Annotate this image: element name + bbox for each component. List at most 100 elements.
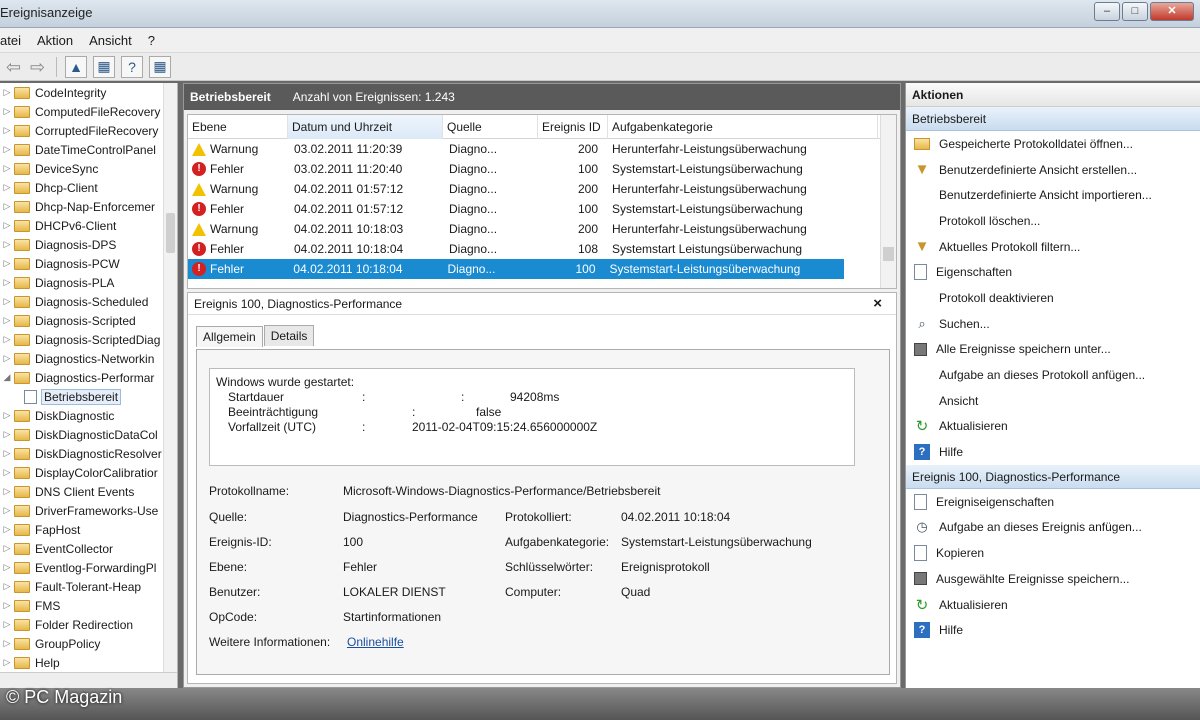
scroll-thumb[interactable]: [883, 247, 894, 261]
tree-item-folder[interactable]: ▷ Help: [0, 653, 177, 672]
table-row[interactable]: ! Fehler 03.02.2011 11:20:40 Diagno... 100 Sy…: [188, 159, 896, 179]
expand-arrow-icon[interactable]: ▷: [0, 334, 14, 345]
tree-item-folder[interactable]: ▷ Diagnosis-ScriptedDiag: [0, 330, 177, 349]
expand-arrow-icon[interactable]: ▷: [0, 353, 14, 364]
action-item[interactable]: ⌕ Suchen...: [906, 311, 1200, 337]
maximize-button[interactable]: □: [1122, 2, 1148, 21]
action-item[interactable]: Alle Ereignisse speichern unter...: [906, 337, 1200, 363]
expand-arrow-icon[interactable]: ▷: [0, 144, 14, 155]
table-row[interactable]: ! Fehler 04.02.2011 10:18:04 Diagno... 108 Sy…: [188, 239, 896, 259]
action-item[interactable]: Benutzerdefinierte Ansicht importieren..…: [906, 182, 1200, 208]
tree-item-folder[interactable]: ▷ DiskDiagnosticResolver: [0, 444, 177, 463]
expand-arrow-icon[interactable]: ▷: [0, 467, 14, 478]
column-datum[interactable]: Datum und Uhrzeit: [288, 115, 443, 139]
tree-item-folder[interactable]: ▷ Dhcp-Client: [0, 178, 177, 197]
tree-item-folder[interactable]: ▷ DiskDiagnostic: [0, 406, 177, 425]
table-row[interactable]: Warnung 03.02.2011 11:20:39 Diagno... 200 He…: [188, 139, 896, 159]
expand-arrow-icon[interactable]: ▷: [0, 239, 14, 250]
forward-arrow-icon[interactable]: ⇨: [30, 57, 48, 77]
minimize-button[interactable]: –: [1094, 2, 1120, 21]
action-item[interactable]: Ansicht: [906, 388, 1200, 414]
tree-item-folder[interactable]: ▷ Diagnostics-Networkin: [0, 349, 177, 368]
tree-item-folder[interactable]: ◢ Diagnostics-Performar: [0, 368, 177, 387]
tree-item-folder[interactable]: ▷ Diagnosis-DPS: [0, 235, 177, 254]
tree-item-folder[interactable]: ▷ CorruptedFileRecovery: [0, 121, 177, 140]
tab-details[interactable]: Details: [263, 325, 315, 346]
tree-item-folder[interactable]: ▷ Diagnosis-PCW: [0, 254, 177, 273]
expand-arrow-icon[interactable]: ▷: [0, 448, 14, 459]
tree-item-folder[interactable]: ▷ DNS Client Events: [0, 482, 177, 501]
expand-arrow-icon[interactable]: ▷: [0, 619, 14, 630]
tree-item-folder[interactable]: ▷ Dhcp-Nap-Enforcemer: [0, 197, 177, 216]
tree-item-folder[interactable]: ▷ Diagnosis-Scripted: [0, 311, 177, 330]
table-row[interactable]: ! Fehler 04.02.2011 01:57:12 Diagno... 100 Sy…: [188, 199, 896, 219]
tree-item-folder[interactable]: ▷ CodeIntegrity: [0, 83, 177, 102]
expand-arrow-icon[interactable]: ▷: [0, 600, 14, 611]
action-item[interactable]: Protokoll löschen...: [906, 208, 1200, 234]
action-item[interactable]: ↻ Aktualisieren: [906, 592, 1200, 618]
expand-arrow-icon[interactable]: ▷: [0, 125, 14, 136]
tree-item-folder[interactable]: ▷ ComputedFileRecovery: [0, 102, 177, 121]
tree-item-folder[interactable]: ▷ DateTimeControlPanel: [0, 140, 177, 159]
tree-item-folder[interactable]: ▷ DiskDiagnosticDataCol: [0, 425, 177, 444]
menu-aktion[interactable]: Aktion: [37, 33, 73, 48]
actions-section-log[interactable]: Betriebsbereit: [906, 107, 1200, 131]
action-item[interactable]: Eigenschaften: [906, 259, 1200, 285]
action-item[interactable]: Ausgewählte Ereignisse speichern...: [906, 566, 1200, 592]
menu-ansicht[interactable]: Ansicht: [89, 33, 132, 48]
tree-item-folder[interactable]: ▷ DisplayColorCalibratior: [0, 463, 177, 482]
expand-arrow-icon[interactable]: ▷: [0, 87, 14, 98]
action-item[interactable]: Gespeicherte Protokolldatei öffnen...: [906, 131, 1200, 157]
tree-item-folder[interactable]: ▷ Diagnosis-PLA: [0, 273, 177, 292]
expand-arrow-icon[interactable]: ▷: [0, 429, 14, 440]
scroll-thumb[interactable]: [166, 213, 175, 253]
show-hide-tree-icon[interactable]: ▦: [93, 55, 115, 78]
back-arrow-icon[interactable]: ⇦: [6, 57, 24, 77]
action-item[interactable]: Ereigniseigenschaften: [906, 489, 1200, 515]
up-folder-icon[interactable]: ▲: [65, 55, 87, 78]
expand-arrow-icon[interactable]: ▷: [0, 315, 14, 326]
tree-item-folder[interactable]: ▷ GroupPolicy: [0, 634, 177, 653]
expand-arrow-icon[interactable]: ▷: [0, 296, 14, 307]
close-icon[interactable]: ×: [873, 295, 882, 312]
expand-arrow-icon[interactable]: ▷: [0, 220, 14, 231]
tree-item-folder[interactable]: ▷ FMS: [0, 596, 177, 615]
expand-arrow-icon[interactable]: ▷: [0, 657, 14, 668]
action-item[interactable]: Aufgabe an dieses Protokoll anfügen...: [906, 362, 1200, 388]
table-row[interactable]: Warnung 04.02.2011 10:18:03 Diagno... 200 He…: [188, 219, 896, 239]
expand-arrow-icon[interactable]: ▷: [0, 201, 14, 212]
action-item[interactable]: ▼ Aktuelles Protokoll filtern...: [906, 234, 1200, 260]
help-icon[interactable]: ?: [121, 55, 143, 78]
action-item[interactable]: ? Hilfe: [906, 617, 1200, 643]
expand-arrow-icon[interactable]: ▷: [0, 182, 14, 193]
table-vertical-scrollbar[interactable]: [880, 115, 896, 288]
table-row[interactable]: ! Fehler 04.02.2011 10:18:04 Diagno... 100 Sy…: [188, 259, 844, 279]
menu-datei[interactable]: atei: [0, 33, 21, 48]
tree-vertical-scrollbar[interactable]: [163, 83, 177, 672]
menu-help[interactable]: ?: [148, 33, 155, 48]
tree-item-folder[interactable]: ▷ DHCPv6-Client: [0, 216, 177, 235]
expand-arrow-icon[interactable]: ▷: [0, 486, 14, 497]
action-item[interactable]: ◷ Aufgabe an dieses Ereignis anfügen...: [906, 515, 1200, 541]
tree-item-folder[interactable]: ▷ Eventlog-ForwardingPl: [0, 558, 177, 577]
tree-item-folder[interactable]: ▷ FapHost: [0, 520, 177, 539]
column-ereignis-id[interactable]: Ereignis ID: [538, 115, 608, 139]
expand-arrow-icon[interactable]: ▷: [0, 524, 14, 535]
expand-arrow-icon[interactable]: ▷: [0, 581, 14, 592]
action-item[interactable]: ▼ Benutzerdefinierte Ansicht erstellen...: [906, 157, 1200, 183]
column-quelle[interactable]: Quelle: [443, 115, 538, 139]
action-item[interactable]: Kopieren: [906, 540, 1200, 566]
tab-allgemein[interactable]: Allgemein: [196, 326, 263, 347]
expand-arrow-icon[interactable]: ▷: [0, 410, 14, 421]
tree-item-folder[interactable]: ▷ Folder Redirection: [0, 615, 177, 634]
tree-item-folder[interactable]: ▷ DriverFrameworks-Use: [0, 501, 177, 520]
expand-arrow-icon[interactable]: ▷: [0, 106, 14, 117]
tree-horizontal-scrollbar[interactable]: [0, 672, 177, 688]
tree-item-folder[interactable]: ▷ EventCollector: [0, 539, 177, 558]
expand-arrow-icon[interactable]: ▷: [0, 505, 14, 516]
close-button[interactable]: ✕: [1150, 2, 1194, 21]
action-item[interactable]: ↻ Aktualisieren: [906, 414, 1200, 440]
expand-arrow-icon[interactable]: ▷: [0, 562, 14, 573]
tree-item-folder[interactable]: ▷ Diagnosis-Scheduled: [0, 292, 177, 311]
expand-arrow-icon[interactable]: ▷: [0, 277, 14, 288]
